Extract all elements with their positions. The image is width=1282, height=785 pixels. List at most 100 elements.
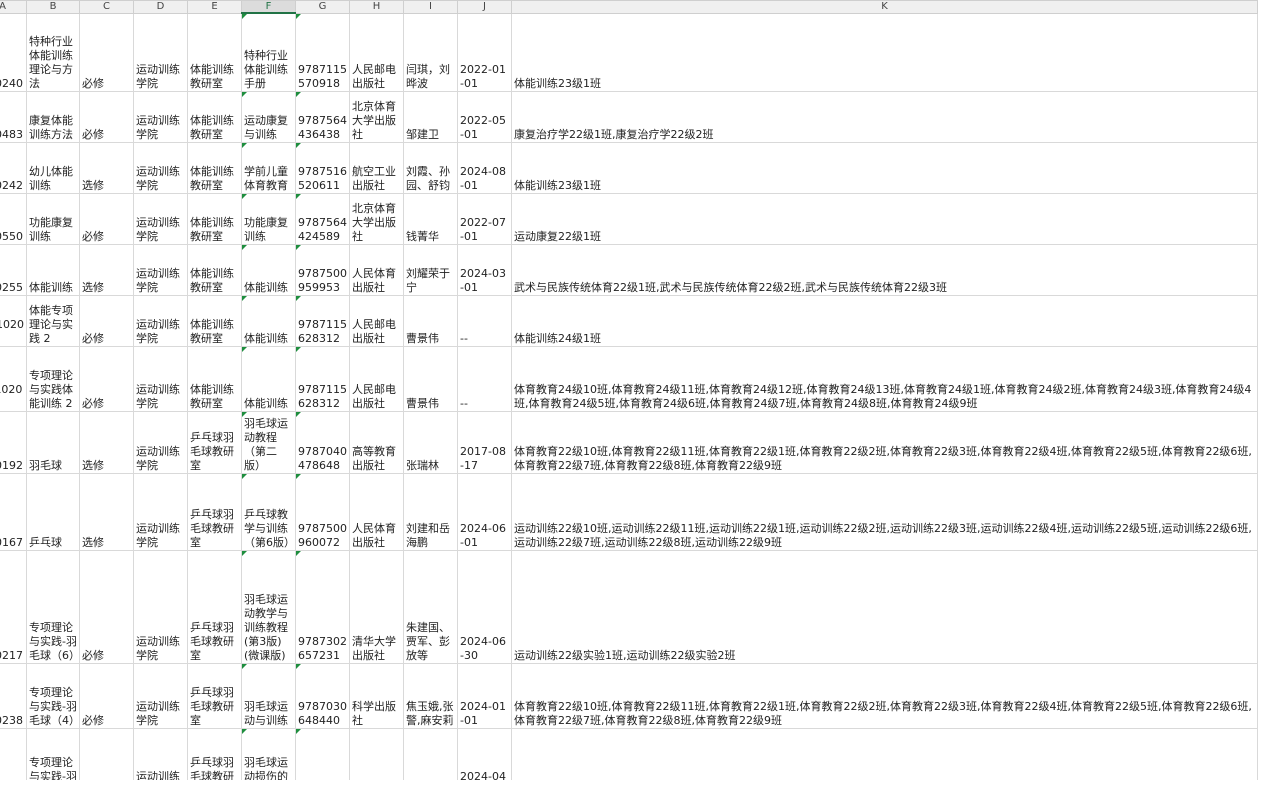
cell-a[interactable]: TY102027	[0, 345, 27, 412]
cell-c[interactable]: 选修	[79, 472, 134, 551]
cell-g[interactable]: 9787040478648	[295, 410, 350, 474]
cell-b[interactable]: 体能训练	[26, 243, 80, 296]
cell-f[interactable]: 羽毛球运动教程（第二版）	[241, 410, 296, 474]
cell-b[interactable]: 专项理论与实践-羽毛球（4）	[26, 662, 80, 729]
cell-f[interactable]: 羽毛球运动教学与训练教程(第3版)(微课版)	[241, 549, 296, 664]
cell-j[interactable]: 2024-06-01	[457, 472, 512, 551]
column-header-i[interactable]: I	[403, 0, 458, 14]
cell-i[interactable]: 刘耀荣于宁	[403, 243, 458, 296]
cell-d[interactable]: 运动训练学院	[133, 472, 188, 551]
cell-d[interactable]: 运动训练学院	[133, 294, 188, 347]
cell-d[interactable]: 运动训练学院	[133, 727, 188, 785]
cell-f[interactable]: 体能训练	[241, 294, 296, 347]
cell-c[interactable]: 必修	[79, 294, 134, 347]
cell-j[interactable]: 2024-01-01	[457, 662, 512, 729]
cell-b[interactable]: 乒乓球	[26, 472, 80, 551]
cell-g[interactable]: 9787564424589	[295, 192, 350, 245]
cell-j[interactable]: 2017-08-17	[457, 410, 512, 474]
cell-e[interactable]: 体能训练教研室	[187, 294, 242, 347]
cell-b[interactable]: 专项理论与实践体能训练 2	[26, 345, 80, 412]
cell-e[interactable]: 体能训练教研室	[187, 243, 242, 296]
cell-e[interactable]: 乒乓球羽毛球教研室	[187, 472, 242, 551]
column-header-d[interactable]: D	[133, 0, 188, 14]
cell-b[interactable]: 体能专项理论与实践 2	[26, 294, 80, 347]
cell-a[interactable]: 040550	[0, 192, 27, 245]
column-header-j[interactable]: J	[457, 0, 512, 14]
cell-e[interactable]: 乒乓球羽毛球教研室	[187, 727, 242, 785]
cell-i[interactable]: 曹景伟	[403, 345, 458, 412]
cell-i[interactable]: 刘建和岳海鹏	[403, 472, 458, 551]
cell-d[interactable]: 运动训练学院	[133, 243, 188, 296]
column-header-h[interactable]: H	[349, 0, 404, 14]
cell-j[interactable]: --	[457, 345, 512, 412]
cell-k[interactable]: 体育教育24级10班,体育教育24级11班,体育教育24级12班,体育教育24级…	[511, 345, 1258, 412]
cell-e[interactable]: 乒乓球羽毛球教研室	[187, 549, 242, 664]
cell-j[interactable]: 2022-01-01	[457, 12, 512, 92]
cell-c[interactable]: 必修	[79, 662, 134, 729]
cell-i[interactable]: 邹建卫	[403, 90, 458, 143]
column-header-f[interactable]: F	[241, 0, 296, 14]
cell-e[interactable]: 乒乓球羽毛球教研室	[187, 410, 242, 474]
cell-k[interactable]: 康复治疗学22级1班,康复治疗学22级2班	[511, 90, 1258, 143]
cell-d[interactable]: 运动训练学院	[133, 549, 188, 664]
cell-k[interactable]: 武术与民族传统体育22级1班,武术与民族传统体育22级2班,武术与民族传统体育2…	[511, 243, 1258, 296]
cell-f[interactable]: 体能训练	[241, 243, 296, 296]
cell-k[interactable]: 体育教育22级10班,体育教育22级11班,体育教育22级1班,体育教育22级2…	[511, 662, 1258, 729]
cell-g[interactable]: 9787115	[295, 727, 350, 785]
cell-d[interactable]: 运动训练学院	[133, 410, 188, 474]
cell-g[interactable]: 9787564436438	[295, 90, 350, 143]
cell-f[interactable]: 乒乓球教学与训练（第6版）	[241, 472, 296, 551]
cell-a[interactable]: 020192	[0, 410, 27, 474]
cell-e[interactable]: 体能训练教研室	[187, 12, 242, 92]
column-header-g[interactable]: G	[295, 0, 350, 14]
cell-h[interactable]: 高等教育出版社	[349, 410, 404, 474]
cell-c[interactable]: 选修	[79, 141, 134, 194]
cell-b[interactable]: 专项理论与实践-羽毛球（6）	[26, 549, 80, 664]
cell-h[interactable]: 人民体育出版社	[349, 243, 404, 296]
cell-g[interactable]: 9787030648440	[295, 662, 350, 729]
cell-f[interactable]: 特种行业体能训练手册	[241, 12, 296, 92]
cell-h[interactable]: 人民邮电出版社	[349, 345, 404, 412]
cell-b[interactable]: 专项理论与实践-羽毛球	[26, 727, 80, 785]
column-header-c[interactable]: C	[79, 0, 134, 14]
cell-a[interactable]: 020255	[0, 243, 27, 296]
cell-f[interactable]: 运动康复与训练	[241, 90, 296, 143]
cell-g[interactable]: 9787302657231	[295, 549, 350, 664]
cell-d[interactable]: 运动训练学院	[133, 141, 188, 194]
cell-i[interactable]: 张瑞林	[403, 410, 458, 474]
cell-f[interactable]: 功能康复训练	[241, 192, 296, 245]
cell-j[interactable]: 2022-05-01	[457, 90, 512, 143]
cell-h[interactable]: 航空工业出版社	[349, 141, 404, 194]
cell-g[interactable]: 9787500960072	[295, 472, 350, 551]
cell-k[interactable]: 运动训练22级实验1班,运动训练22级实验2班	[511, 549, 1258, 664]
cell-c[interactable]	[79, 727, 134, 785]
cell-i[interactable]: 焦玉娥,张警,麻安莉	[403, 662, 458, 729]
cell-a[interactable]: TN102017	[0, 294, 27, 347]
cell-h[interactable]: 人民邮电	[349, 727, 404, 785]
cell-h[interactable]: 北京体育大学出版社	[349, 192, 404, 245]
cell-b[interactable]: 康复体能训练方法	[26, 90, 80, 143]
cell-e[interactable]: 体能训练教研室	[187, 192, 242, 245]
cell-i[interactable]: 人邮体育	[403, 727, 458, 785]
cell-h[interactable]: 清华大学出版社	[349, 549, 404, 664]
cell-i[interactable]: 闫琪，刘晔波	[403, 12, 458, 92]
cell-c[interactable]: 必修	[79, 549, 134, 664]
cell-c[interactable]: 必修	[79, 192, 134, 245]
cell-f[interactable]: 体能训练	[241, 345, 296, 412]
cell-e[interactable]: 体能训练教研室	[187, 345, 242, 412]
cell-h[interactable]: 科学出版社	[349, 662, 404, 729]
cell-h[interactable]: 人民邮电出版社	[349, 12, 404, 92]
cell-c[interactable]: 选修	[79, 243, 134, 296]
cell-g[interactable]: 9787500959953	[295, 243, 350, 296]
cell-e[interactable]: 乒乓球羽毛球教研室	[187, 662, 242, 729]
cell-f[interactable]: 羽毛球运动损伤的预防与康	[241, 727, 296, 785]
cell-a[interactable]: 000238	[0, 662, 27, 729]
cell-j[interactable]: 2022-07-01	[457, 192, 512, 245]
cell-k[interactable]: 体能训练24级1班	[511, 294, 1258, 347]
cell-c[interactable]: 必修	[79, 90, 134, 143]
cell-h[interactable]: 北京体育大学出版社	[349, 90, 404, 143]
cell-k[interactable]: 运动康复22级1班	[511, 192, 1258, 245]
cell-c[interactable]: 必修	[79, 12, 134, 92]
cell-h[interactable]: 人民体育出版社	[349, 472, 404, 551]
cell-a[interactable]: 020242	[0, 141, 27, 194]
